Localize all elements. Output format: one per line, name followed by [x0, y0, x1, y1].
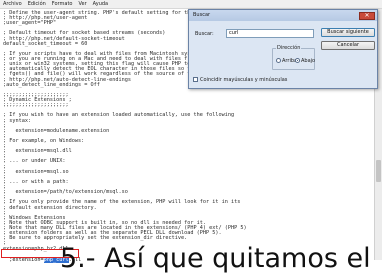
code-line: ; extension=msql.dll [3, 148, 72, 155]
find-dialog-title: Buscar [189, 10, 377, 21]
search-input[interactable]: curl [226, 29, 314, 38]
code-line: ; ... or under UNIX: [3, 158, 66, 165]
close-icon[interactable]: ✕ [359, 11, 375, 20]
menu-edicion[interactable]: Edición [28, 1, 46, 7]
match-case-label: Coincidir mayúsculas y minúsculas [200, 77, 288, 83]
menu-ver[interactable]: Ver [78, 1, 86, 7]
direction-label: Dirección [276, 45, 302, 51]
code-line: ;;;;;;;;;;;;;;;;;;;;; [3, 102, 69, 109]
direction-down-radio[interactable] [295, 58, 300, 63]
cancel-button[interactable]: Cancelar [321, 41, 375, 50]
find-dialog: Buscar ✕ Buscar: curl Buscar siguiente C… [188, 9, 378, 89]
code-line: ; ... or with a path: [3, 178, 69, 185]
direction-up-radio[interactable] [276, 58, 281, 63]
search-label: Buscar: [195, 31, 214, 37]
menu-ayuda[interactable]: Ayuda [93, 1, 108, 7]
menu-bar: Archivo Edición Formato Ver Ayuda [0, 0, 382, 9]
code-line: ; extension=msql.so [3, 168, 69, 175]
tutorial-caption: 5.- Así que quitamos el [60, 243, 371, 274]
menu-formato[interactable]: Formato [52, 1, 73, 7]
direction-group: Dirección Arriba Abajo [272, 45, 316, 70]
menu-archivo[interactable]: Archivo [3, 1, 22, 7]
code-line: ; syntax: [3, 117, 32, 124]
find-next-button[interactable]: Buscar siguiente [321, 28, 375, 37]
code-line: ; If you wish to have an extension loade… [3, 112, 235, 119]
code-line: ; extension=modulename.extension [3, 127, 110, 134]
code-line: ;user_agent="PHP" [3, 20, 57, 27]
code-line: ;auto_detect_line_endings = Off [3, 81, 100, 88]
code-line: ; Be sure to appropriately set the exten… [3, 235, 188, 242]
match-case-checkbox[interactable] [193, 77, 198, 82]
code-line: ; default extension directory. [3, 204, 97, 211]
direction-down-label: Abajo [301, 58, 316, 64]
scrollbar-thumb[interactable] [376, 159, 381, 182]
code-line: ; extension=/path/to/extension/msql.so [3, 189, 128, 196]
code-line: ; For example, on Windows: [3, 138, 85, 144]
code-line: default_socket_timeout = 60 [3, 40, 88, 47]
